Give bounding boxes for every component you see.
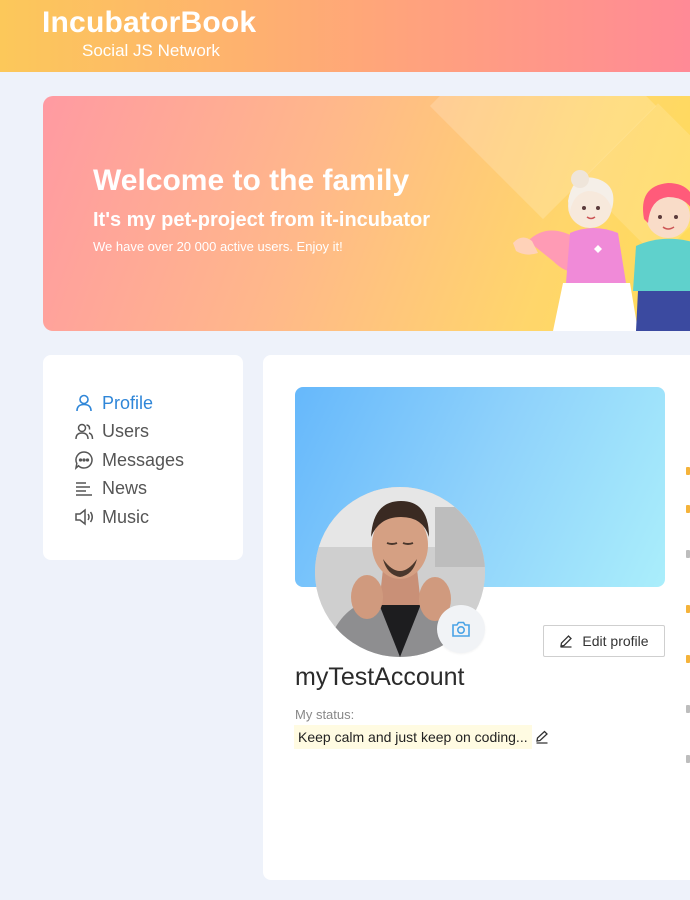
pencil-icon — [559, 634, 573, 648]
edit-profile-button[interactable]: Edit profile — [543, 625, 665, 657]
sidebar-item-label: Profile — [102, 392, 154, 413]
sidebar-item-messages[interactable]: Messages — [74, 446, 184, 475]
app-header: IncubatorBook Social JS Network — [0, 0, 690, 72]
sidebar-item-news[interactable]: News — [74, 475, 184, 504]
sidebar-item-profile[interactable]: Profile — [74, 389, 184, 418]
banner-text: We have over 20 000 active users. Enjoy … — [93, 239, 343, 254]
sidebar-item-label: Music — [102, 506, 150, 527]
status-text[interactable]: Keep calm and just keep on coding... — [294, 725, 532, 749]
edit-status-icon[interactable] — [535, 730, 549, 744]
sidebar-item-label: News — [102, 478, 148, 499]
clipped-right-column — [682, 455, 690, 795]
sidebar-item-music[interactable]: Music — [74, 503, 184, 532]
status-row: Keep calm and just keep on coding... — [294, 725, 549, 749]
sidebar-item-label: Users — [102, 421, 150, 442]
status-label: My status: — [295, 707, 355, 722]
nav-list: Profile Users Messages News Music — [74, 389, 184, 532]
banner-subtitle: It's my pet-project from it-incubator — [93, 209, 431, 231]
banner-illustration — [513, 170, 690, 331]
message-icon — [74, 450, 94, 471]
news-icon — [74, 479, 94, 499]
speaker-icon — [74, 507, 94, 527]
logo-title[interactable]: IncubatorBook — [42, 6, 256, 40]
edit-profile-label: Edit profile — [582, 633, 649, 649]
users-icon — [74, 422, 94, 442]
sidebar-item-label: Messages — [102, 449, 185, 470]
change-photo-button[interactable] — [437, 605, 485, 653]
camera-icon — [452, 621, 470, 637]
welcome-banner: Welcome to the family It's my pet-projec… — [43, 96, 690, 331]
sidebar-nav: Profile Users Messages News Music — [43, 355, 243, 560]
profile-card: Edit profile myTestAccount My status: Ke… — [263, 355, 690, 880]
banner-title: Welcome to the family — [93, 164, 410, 197]
user-icon — [74, 393, 94, 413]
logo-subtitle: Social JS Network — [82, 41, 220, 60]
profile-name: myTestAccount — [295, 663, 465, 691]
sidebar-item-users[interactable]: Users — [74, 418, 184, 447]
